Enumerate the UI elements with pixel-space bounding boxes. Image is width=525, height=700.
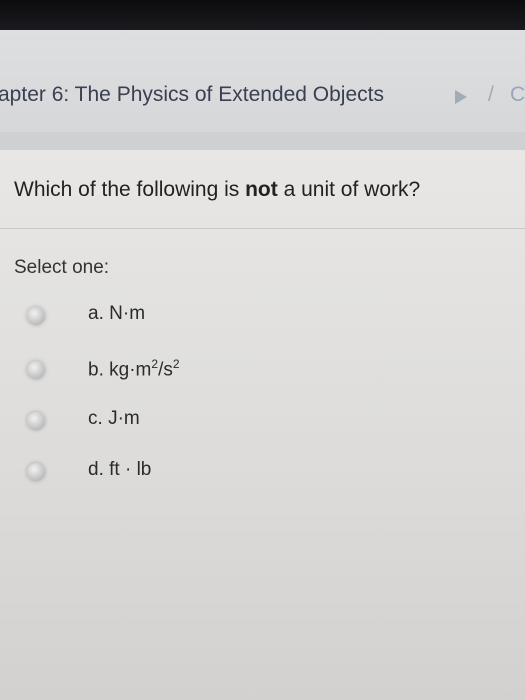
option-d[interactable]: d. ft · lb [0, 459, 525, 503]
breadcrumb-arrow-icon [455, 90, 467, 104]
option-b-label[interactable]: b. kg·m2/s2 [88, 357, 180, 381]
option-b-text-mid: /s [158, 359, 173, 381]
radio-button-d[interactable] [27, 463, 45, 481]
option-c[interactable]: c. J·m [0, 408, 525, 452]
option-d-label[interactable]: d. ft · lb [88, 459, 151, 481]
option-a-label[interactable]: a. N·m [88, 303, 145, 325]
option-d-letter: d. [88, 459, 104, 480]
question-text: Which of the following is not a unit of … [14, 178, 420, 202]
breadcrumb-title[interactable]: apter 6: The Physics of Extended Objects [0, 83, 384, 107]
option-c-text: J·m [108, 408, 140, 429]
option-c-label[interactable]: c. J·m [88, 408, 140, 430]
radio-button-a[interactable] [27, 307, 45, 325]
option-a-text: N·m [109, 303, 146, 324]
screen-bezel [0, 0, 525, 30]
question-divider [0, 228, 525, 229]
option-b[interactable]: b. kg·m2/s2 [0, 357, 525, 401]
radio-button-b[interactable] [27, 361, 45, 379]
breadcrumb-separator: / [488, 83, 494, 106]
header-divider [0, 132, 525, 150]
option-b-text: kg·m [109, 359, 152, 381]
option-a[interactable]: a. N·m [0, 303, 525, 347]
select-one-label: Select one: [14, 257, 110, 278]
option-b-letter: b. [88, 359, 104, 381]
breadcrumb [0, 30, 525, 133]
question-emphasis: not [245, 178, 278, 201]
radio-button-c[interactable] [27, 412, 45, 430]
question-suffix: a unit of work? [277, 178, 421, 201]
breadcrumb-next-item[interactable]: C [510, 83, 525, 107]
option-b-superscript-2: 2 [172, 357, 180, 371]
option-d-text: ft · lb [109, 459, 152, 480]
question-prefix: Which of the following is [14, 178, 246, 201]
option-c-letter: c. [88, 408, 103, 429]
option-a-letter: a. [88, 303, 104, 324]
